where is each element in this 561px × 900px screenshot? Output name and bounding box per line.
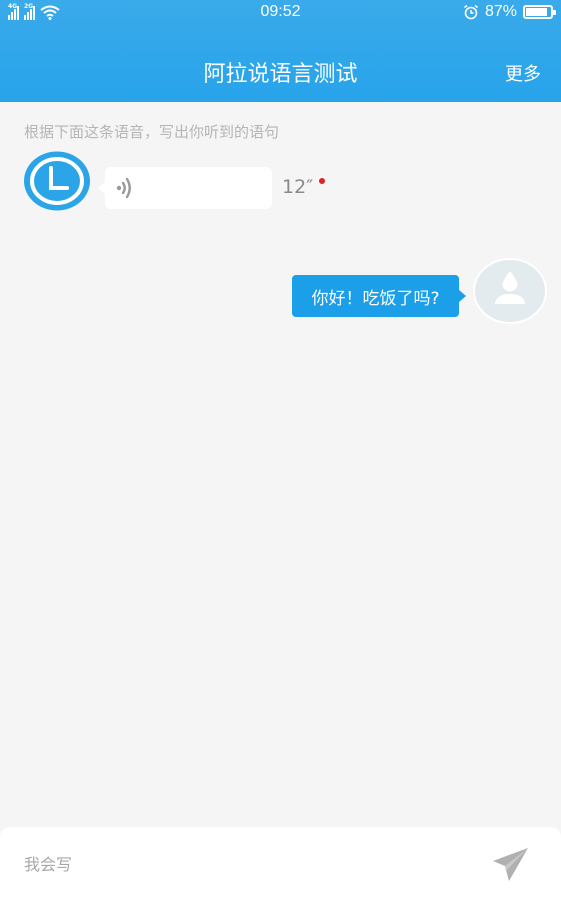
instruction-text: 根据下面这条语音，写出你听到的语句 <box>24 123 280 141</box>
app-header: 4G 2G 09:52 87% 阿拉说语言测试 更多 <box>0 0 561 102</box>
more-button[interactable]: 更多 <box>505 60 541 86</box>
unread-dot <box>319 178 325 184</box>
user-avatar <box>473 258 547 324</box>
answer-input[interactable] <box>24 849 424 879</box>
status-bar: 4G 2G 09:52 87% <box>0 0 561 28</box>
input-bar <box>0 827 561 900</box>
battery-percent: 87% <box>484 3 517 20</box>
voice-duration: 12″ <box>282 176 314 198</box>
user-message-bubble: 你好！吃饭了吗? <box>292 275 466 317</box>
page-title: 阿拉说语言测试 <box>203 62 358 87</box>
send-icon[interactable] <box>490 845 530 885</box>
alarm-icon <box>463 4 478 20</box>
voice-wave-icon <box>116 177 131 199</box>
user-message-text: 你好！吃饭了吗? <box>311 288 440 309</box>
teacher-avatar <box>24 151 90 211</box>
voice-message-bubble[interactable] <box>98 167 272 209</box>
status-bar-right: 87% <box>463 3 556 21</box>
battery-fill <box>526 8 547 16</box>
battery-icon <box>523 5 556 19</box>
